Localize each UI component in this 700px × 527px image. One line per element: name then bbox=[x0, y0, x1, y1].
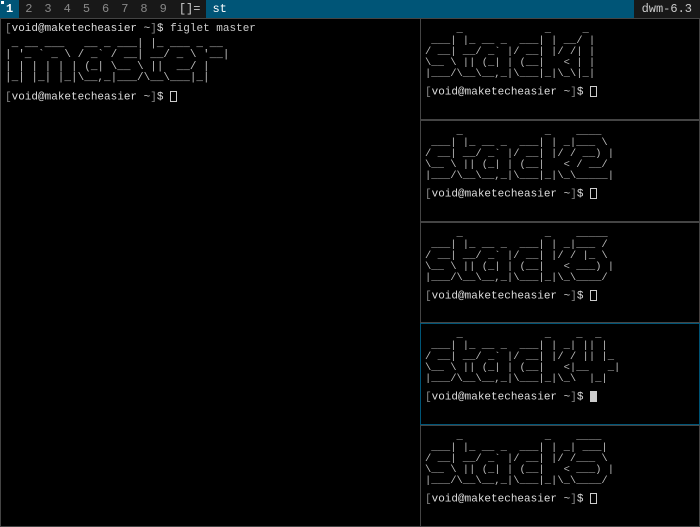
stack2-figlet-output: _ _ ____ ___| |_ __ _ ___| | _|___ \ / _… bbox=[425, 127, 695, 182]
stack1-figlet-output: _ _ _ ___| |_ __ _ ___| | __/ | / __| __… bbox=[425, 25, 695, 80]
stack-terminal-1[interactable]: _ _ _ ___| |_ __ _ ___| | __/ | / __| __… bbox=[420, 18, 700, 120]
tag-4[interactable]: 4 bbox=[58, 0, 77, 18]
dwm-topbar: 1 2 3 4 5 6 7 8 9 []= st dwm-6.3 bbox=[0, 0, 700, 18]
status-text: dwm-6.3 bbox=[634, 0, 700, 18]
stack2-prompt: [void@maketecheasier ~]$ bbox=[425, 188, 695, 202]
cursor-icon bbox=[590, 391, 597, 402]
master-column: [void@maketecheasier ~]$ figlet master _… bbox=[0, 18, 420, 527]
stack4-prompt: [void@maketecheasier ~]$ bbox=[425, 391, 695, 405]
stack-terminal-2[interactable]: _ _ ____ ___| |_ __ _ ___| | _|___ \ / _… bbox=[420, 120, 700, 222]
master-command: figlet master bbox=[170, 23, 256, 35]
stack4-figlet-output: _ _ _ _ ___| |_ __ _ ___| | _| || | / __… bbox=[425, 330, 695, 385]
stack3-prompt: [void@maketecheasier ~]$ bbox=[425, 290, 695, 304]
stack5-figlet-output: _ _ ____ ___| |_ __ _ ___| | _| ___| / _… bbox=[425, 432, 695, 487]
stack-terminal-3[interactable]: _ _ _____ ___| |_ __ _ ___| | _|___ / / … bbox=[420, 222, 700, 324]
cursor-icon bbox=[590, 86, 597, 97]
tag-1[interactable]: 1 bbox=[0, 0, 19, 18]
stack-terminal-5[interactable]: _ _ ____ ___| |_ __ _ ___| | _| ___| / _… bbox=[420, 425, 700, 527]
master-command-line: [void@maketecheasier ~]$ figlet master bbox=[5, 23, 416, 37]
stack-terminal-4[interactable]: _ _ _ _ ___| |_ __ _ ___| | _| || | / __… bbox=[420, 323, 700, 425]
master-prompt-idle: [void@maketecheasier ~]$ bbox=[5, 91, 416, 105]
stack1-prompt: [void@maketecheasier ~]$ bbox=[425, 86, 695, 100]
tag-2[interactable]: 2 bbox=[19, 0, 38, 18]
cursor-icon bbox=[170, 91, 177, 102]
workspace: [void@maketecheasier ~]$ figlet master _… bbox=[0, 18, 700, 527]
master-figlet-output: _ __ ___ __ _ ___| |_ ___ _ __ | '_ ` _ … bbox=[5, 39, 416, 85]
window-title: st bbox=[206, 0, 633, 18]
tag-7[interactable]: 7 bbox=[115, 0, 134, 18]
master-terminal[interactable]: [void@maketecheasier ~]$ figlet master _… bbox=[0, 18, 420, 527]
cursor-icon bbox=[590, 290, 597, 301]
tag-6[interactable]: 6 bbox=[96, 0, 115, 18]
stack5-prompt: [void@maketecheasier ~]$ bbox=[425, 493, 695, 507]
layout-symbol[interactable]: []= bbox=[173, 0, 207, 18]
tag-3[interactable]: 3 bbox=[38, 0, 57, 18]
tag-list: 1 2 3 4 5 6 7 8 9 bbox=[0, 0, 173, 18]
tag-8[interactable]: 8 bbox=[134, 0, 153, 18]
cursor-icon bbox=[590, 493, 597, 504]
tag-5[interactable]: 5 bbox=[77, 0, 96, 18]
tag-9[interactable]: 9 bbox=[154, 0, 173, 18]
stack-column: _ _ _ ___| |_ __ _ ___| | __/ | / __| __… bbox=[420, 18, 700, 527]
cursor-icon bbox=[590, 188, 597, 199]
stack3-figlet-output: _ _ _____ ___| |_ __ _ ___| | _|___ / / … bbox=[425, 229, 695, 284]
